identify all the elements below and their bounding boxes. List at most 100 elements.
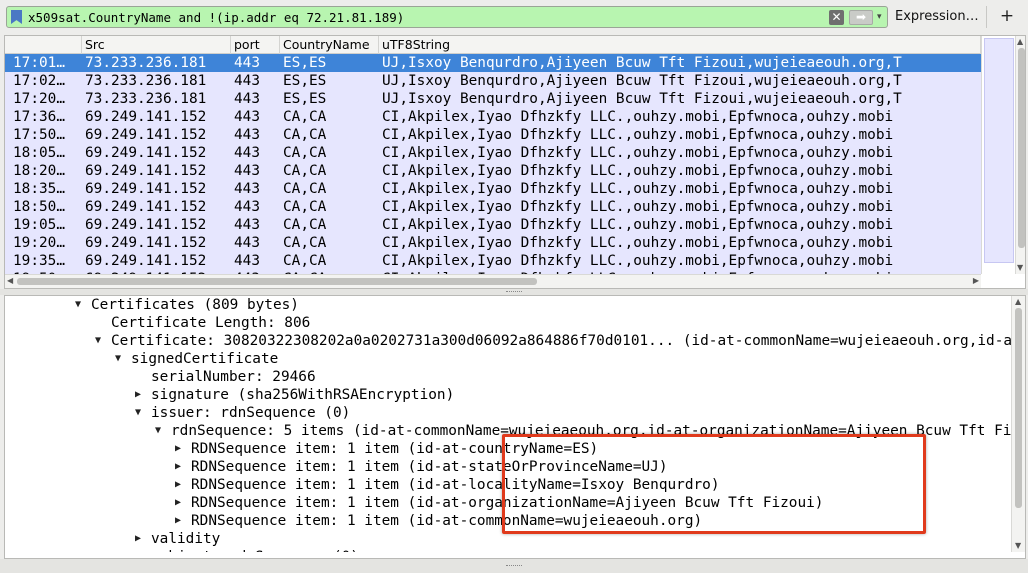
tree-item[interactable]: ▶ RDNSequence item: 1 item (id-at-localit… xyxy=(5,476,1011,494)
collapsed-triangle-icon[interactable]: ▶ xyxy=(171,476,185,494)
cell-port: 443 xyxy=(234,145,260,161)
cell-utf8string: CI,Akpilex,Iyao Dfhzkfy LLC.,ouhzy.mobi,… xyxy=(382,235,894,251)
apply-filter-icon[interactable]: ➡ xyxy=(849,10,873,25)
bookmark-icon[interactable] xyxy=(11,10,22,24)
tree-item[interactable]: ▼ signedCertificate xyxy=(5,350,1011,368)
tree-item[interactable]: ▶ RDNSequence item: 1 item (id-at-country… xyxy=(5,440,1011,458)
tree-item[interactable]: ▼ Certificates (809 bytes) xyxy=(5,296,1011,314)
table-row[interactable]: 19:35… 69.249.141.152 443 CA,CA CI,Akpilex,I… xyxy=(5,252,981,270)
table-row[interactable]: 17:20… 73.233.236.181 443 ES,ES UJ,Isxoy Ben… xyxy=(5,90,981,108)
expression-button[interactable]: Expression… xyxy=(895,7,979,27)
splitter-grip-icon[interactable] xyxy=(506,291,522,293)
scroll-left-icon[interactable]: ◀ xyxy=(7,276,13,285)
tree-item[interactable]: ▶subject: rdnSequence (0) xyxy=(5,548,1011,552)
scroll-up-icon[interactable]: ▲ xyxy=(1015,297,1021,306)
packet-list-minimap[interactable] xyxy=(981,36,1015,274)
cell-time: 19:20… xyxy=(13,235,65,251)
column-header-utf8string[interactable]: uTF8String xyxy=(379,36,981,54)
tree-item[interactable]: ▼ Certificate: 30820322308202a0a0202731a3… xyxy=(5,332,1011,350)
expanded-triangle-icon[interactable]: ▼ xyxy=(71,296,85,314)
table-row[interactable]: 17:01… 73.233.236.181 443 ES,ES UJ,Isxoy Ben… xyxy=(5,54,981,72)
cell-countryname: CA,CA xyxy=(283,109,327,125)
packet-details-vertical-scrollbar[interactable]: ▲ ▼ xyxy=(1011,296,1025,552)
collapsed-triangle-icon[interactable]: ▶ xyxy=(171,512,185,530)
collapsed-triangle-icon[interactable]: ▶ xyxy=(131,530,145,548)
minimap-thumb[interactable] xyxy=(984,38,1014,263)
cell-time: 17:02… xyxy=(13,73,65,89)
packet-list-horizontal-scrollbar[interactable]: ◀ ▶ xyxy=(5,274,981,288)
table-row[interactable]: 19:20… 69.249.141.152 443 CA,CA CI,Akpilex,I… xyxy=(5,234,981,252)
collapsed-triangle-icon[interactable]: ▶ xyxy=(131,386,145,404)
table-row[interactable]: 18:35… 69.249.141.152 443 CA,CA CI,Akpilex,I… xyxy=(5,180,981,198)
tree-item-label: RDNSequence item: 1 item (id-at-organiza… xyxy=(191,495,824,511)
cell-port: 443 xyxy=(234,217,260,233)
expanded-triangle-icon[interactable]: ▼ xyxy=(151,422,165,440)
tree-item[interactable]: serialNumber: 29466 xyxy=(5,368,1011,386)
bottom-splitter[interactable] xyxy=(0,559,1028,573)
cell-time: 19:35… xyxy=(13,253,65,269)
tree-item[interactable]: Certificate Length: 806 xyxy=(5,314,1011,332)
packet-list-pane: Src port CountryName uTF8String 17:01… 73… xyxy=(4,35,1026,289)
packet-list-vertical-scrollbar[interactable]: ▲ ▼ xyxy=(1015,36,1025,274)
expanded-triangle-icon[interactable]: ▼ xyxy=(91,332,105,350)
scroll-up-icon[interactable]: ▲ xyxy=(1017,37,1023,46)
display-filter-input[interactable]: x509sat.CountryName and !(ip.addr eq 72.… xyxy=(6,6,888,28)
scrollbar-thumb[interactable] xyxy=(17,278,537,285)
add-filter-button[interactable]: + xyxy=(998,6,1016,26)
tree-item[interactable]: ▶ RDNSequence item: 1 item (id-at-organiz… xyxy=(5,494,1011,512)
splitter-grip-icon[interactable] xyxy=(506,565,522,567)
tree-item[interactable]: ▼ issuer: rdnSequence (0) xyxy=(5,404,1011,422)
cell-countryname: CA,CA xyxy=(283,199,327,215)
cell-port: 443 xyxy=(234,163,260,179)
collapsed-triangle-icon[interactable]: ▶ xyxy=(171,440,185,458)
scroll-down-icon[interactable]: ▼ xyxy=(1015,541,1021,550)
cell-utf8string: UJ,Isxoy Benqurdro,Ajiyeen Bcuw Tft Fizo… xyxy=(382,91,902,107)
collapsed-triangle-icon[interactable]: ▶ xyxy=(171,494,185,512)
cell-countryname: ES,ES xyxy=(283,55,327,71)
cell-utf8string: CI,Akpilex,Iyao Dfhzkfy LLC.,ouhzy.mobi,… xyxy=(382,181,894,197)
cell-src: 69.249.141.152 xyxy=(85,181,207,197)
tree-item[interactable]: ▶ validity xyxy=(5,530,1011,548)
column-header-countryname[interactable]: CountryName xyxy=(280,36,379,54)
tree-item[interactable]: ▶ signature (sha256WithRSAEncryption) xyxy=(5,386,1011,404)
tree-item-label: signedCertificate xyxy=(131,351,279,367)
cell-utf8string: UJ,Isxoy Benqurdro,Ajiyeen Bcuw Tft Fizo… xyxy=(382,73,902,89)
clear-filter-icon[interactable]: ✕ xyxy=(829,10,844,25)
scroll-right-icon[interactable]: ▶ xyxy=(973,276,979,285)
column-header-time[interactable] xyxy=(5,36,82,54)
column-header-port[interactable]: port xyxy=(231,36,280,54)
cell-src: 69.249.141.152 xyxy=(85,253,207,269)
table-row[interactable]: 18:05… 69.249.141.152 443 CA,CA CI,Akpilex,I… xyxy=(5,144,981,162)
table-row[interactable]: 18:20… 69.249.141.152 443 CA,CA CI,Akpilex,I… xyxy=(5,162,981,180)
expanded-triangle-icon[interactable]: ▼ xyxy=(111,350,125,368)
cell-port: 443 xyxy=(234,181,260,197)
tree-item[interactable]: ▶ RDNSequence item: 1 item (id-at-commonN… xyxy=(5,512,1011,530)
table-row[interactable]: 17:36… 69.249.141.152 443 CA,CA CI,Akpilex,I… xyxy=(5,108,981,126)
tree-item-label: RDNSequence item: 1 item (id-at-countryN… xyxy=(191,441,599,457)
cell-utf8string: CI,Akpilex,Iyao Dfhzkfy LLC.,ouhzy.mobi,… xyxy=(382,253,894,269)
table-row[interactable]: 19:05… 69.249.141.152 443 CA,CA CI,Akpilex,I… xyxy=(5,216,981,234)
scroll-down-icon[interactable]: ▼ xyxy=(1017,263,1023,272)
cell-src: 69.249.141.152 xyxy=(85,199,207,215)
display-filter-text[interactable]: x509sat.CountryName and !(ip.addr eq 72.… xyxy=(28,9,404,27)
collapsed-triangle-icon[interactable]: ▶ xyxy=(171,458,185,476)
cell-src: 73.233.236.181 xyxy=(85,55,207,71)
tree-item-label: RDNSequence item: 1 item (id-at-locality… xyxy=(191,477,720,493)
column-header-src[interactable]: Src xyxy=(82,36,231,54)
cell-countryname: CA,CA xyxy=(283,181,327,197)
tree-item[interactable]: ▶ RDNSequence item: 1 item (id-at-stateOr… xyxy=(5,458,1011,476)
tree-item[interactable]: ▼ rdnSequence: 5 items (id-at-commonName=… xyxy=(5,422,1011,440)
scrollbar-thumb[interactable] xyxy=(1018,48,1025,248)
packet-details-pane: ▼ Certificates (809 bytes) Certificate Len… xyxy=(4,295,1026,559)
collapsed-triangle-icon[interactable]: ▶ xyxy=(131,548,145,552)
table-row[interactable]: 18:50… 69.249.141.152 443 CA,CA CI,Akpilex,I… xyxy=(5,198,981,216)
table-row[interactable]: 17:02… 73.233.236.181 443 ES,ES UJ,Isxoy Ben… xyxy=(5,72,981,90)
cell-utf8string: CI,Akpilex,Iyao Dfhzkfy LLC.,ouhzy.mobi,… xyxy=(382,109,894,125)
filter-history-dropdown-icon[interactable]: ▾ xyxy=(877,9,887,25)
expanded-triangle-icon[interactable]: ▼ xyxy=(131,404,145,422)
cell-time: 18:35… xyxy=(13,181,65,197)
scrollbar-thumb[interactable] xyxy=(1015,308,1022,508)
table-row[interactable]: 17:50… 69.249.141.152 443 CA,CA CI,Akpilex,I… xyxy=(5,126,981,144)
cell-port: 443 xyxy=(234,109,260,125)
tree-item-label: serialNumber: 29466 xyxy=(151,369,316,385)
